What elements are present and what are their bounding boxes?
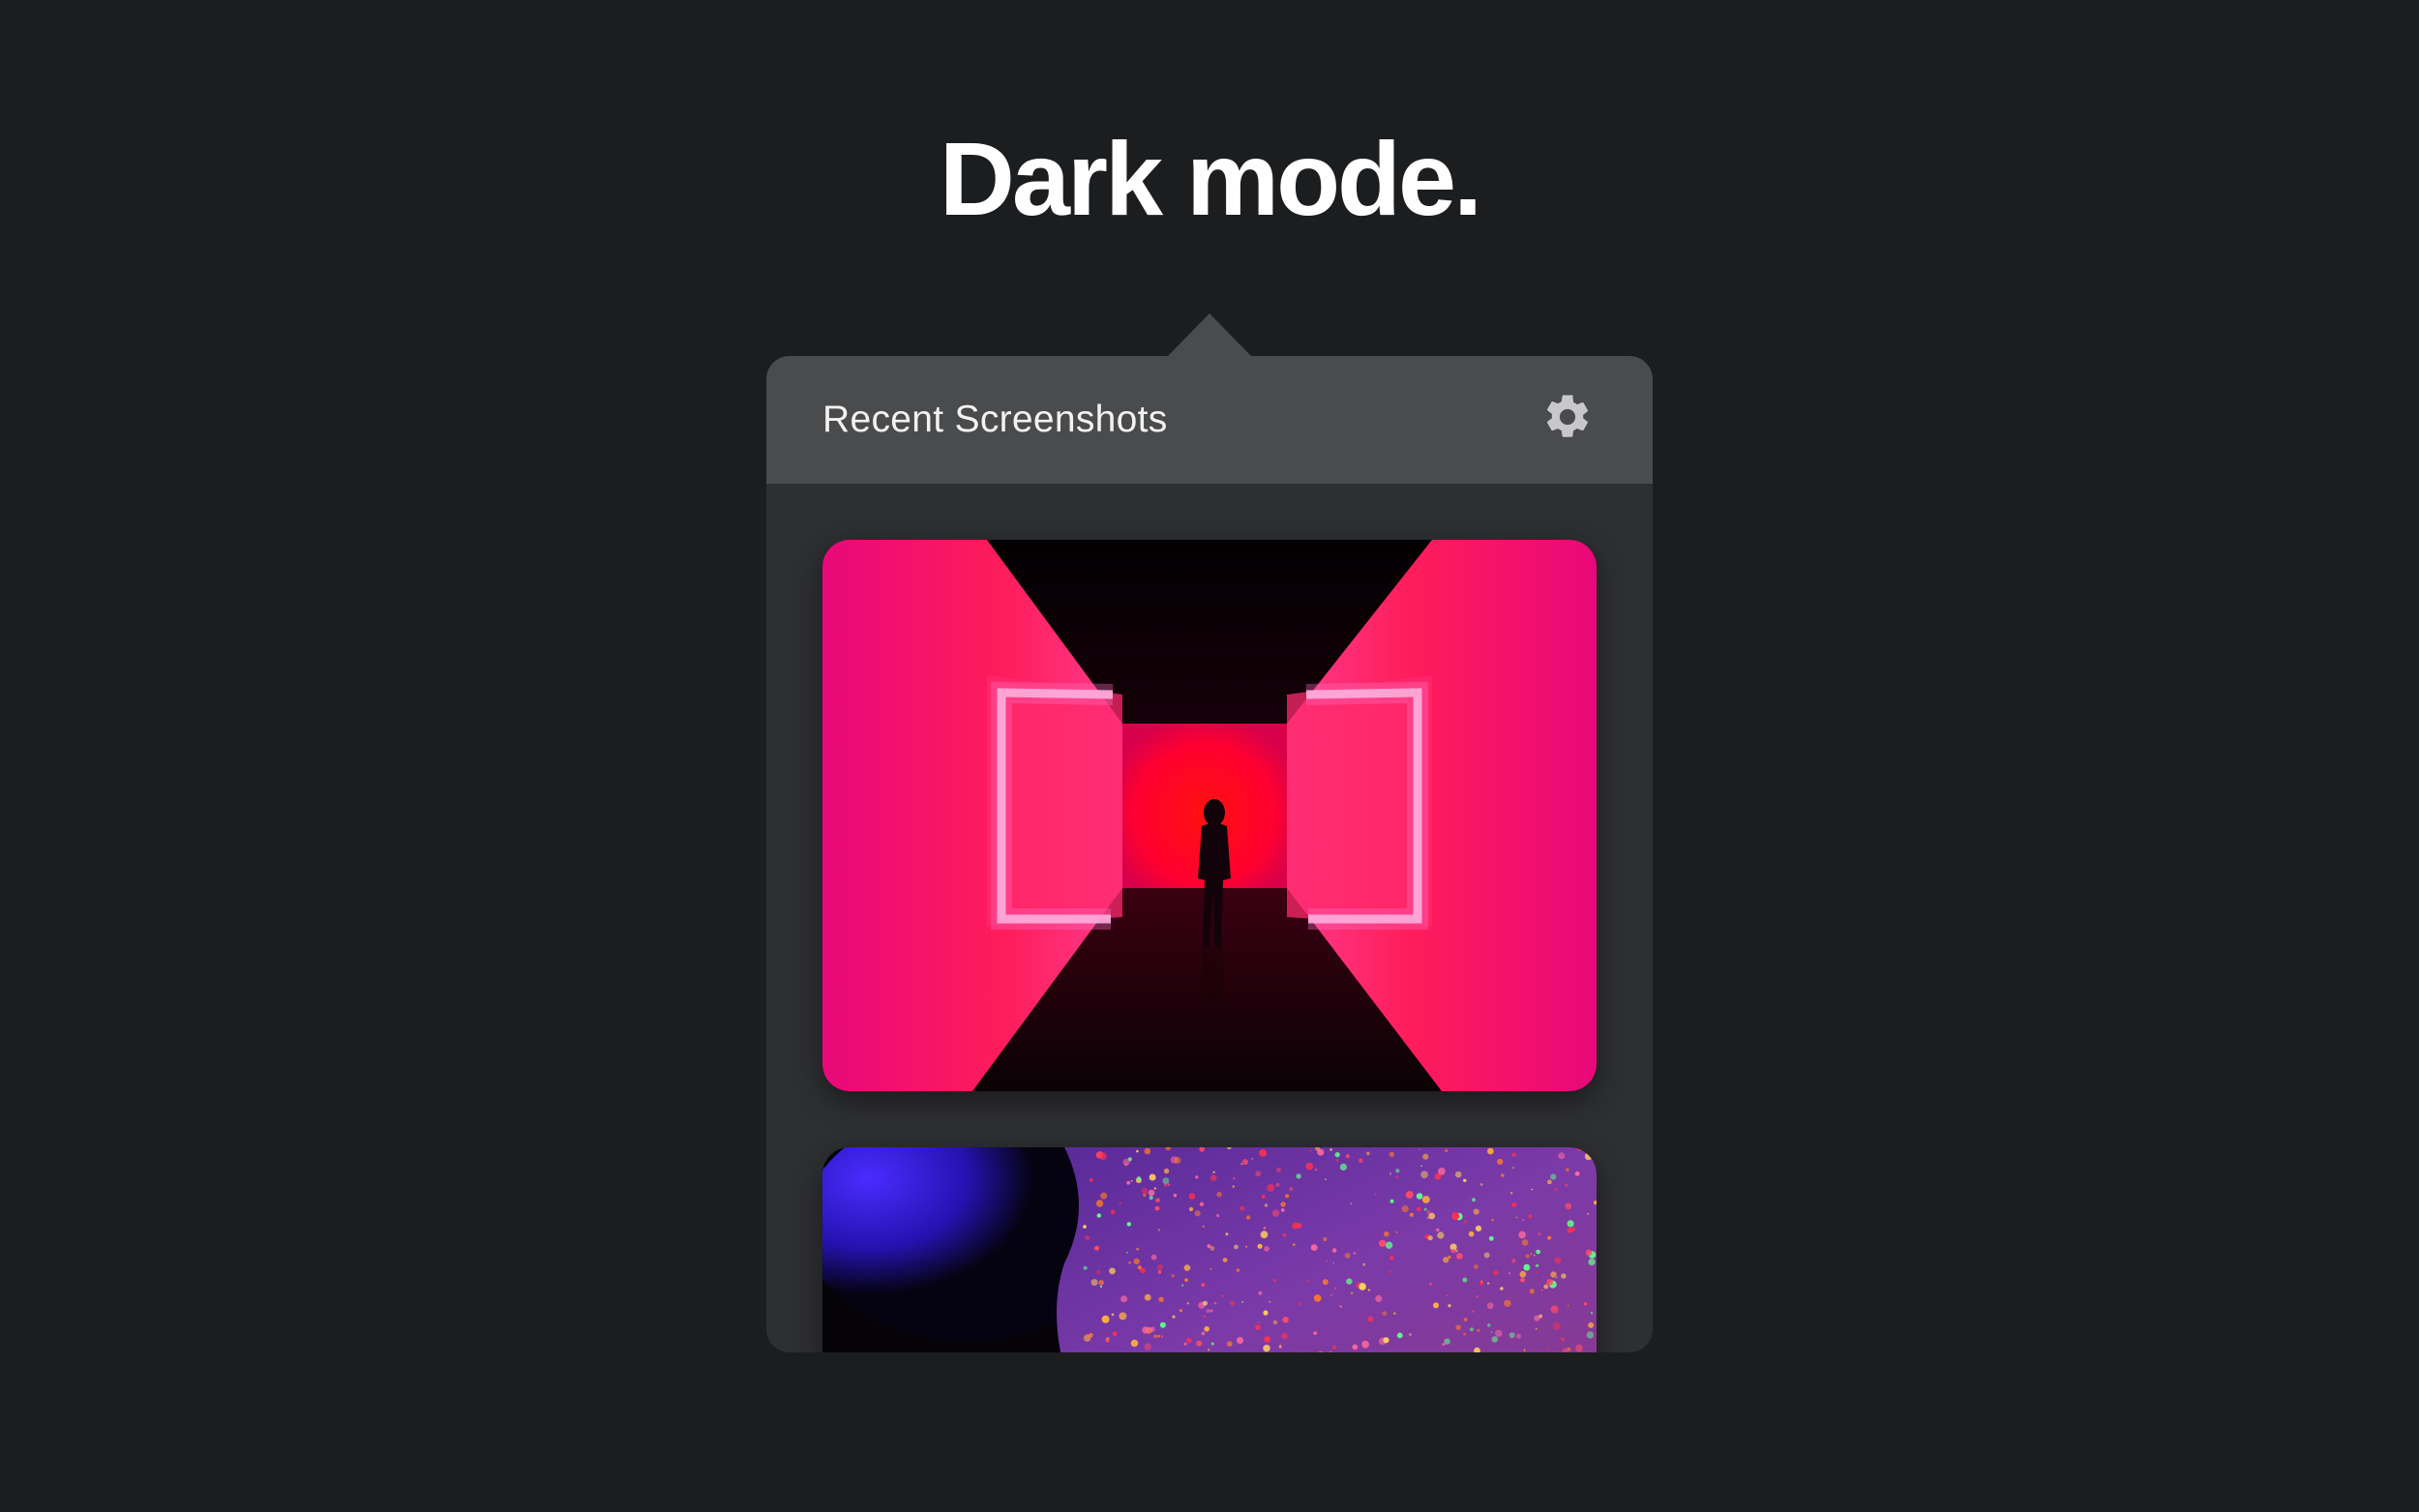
page-headline: Dark mode. — [939, 120, 1482, 237]
popover-title: Recent Screenshots — [822, 399, 1168, 440]
screenshot-thumbnail-2[interactable] — [822, 1147, 1597, 1352]
gear-icon — [1541, 391, 1594, 448]
popover-arrow — [1167, 313, 1252, 357]
neon-corridor-image — [822, 540, 1597, 1091]
page: Dark mode. Recent Screenshots — [0, 0, 2419, 1512]
popover-header: Recent Screenshots — [766, 356, 1653, 484]
settings-button[interactable] — [1538, 390, 1597, 448]
glitter-texture-image — [822, 1147, 1597, 1352]
recent-screenshots-popover: Recent Screenshots — [766, 356, 1653, 1352]
screenshot-thumbnail-1[interactable] — [822, 540, 1597, 1091]
